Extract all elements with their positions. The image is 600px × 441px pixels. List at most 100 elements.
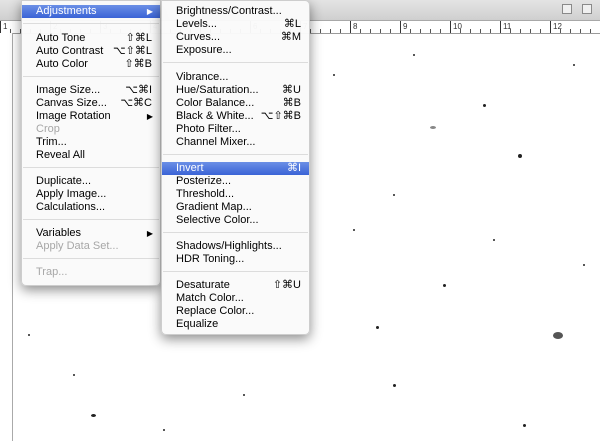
menu-item-label: Image Size... — [36, 84, 101, 96]
menu-item-label: Desaturate — [176, 279, 230, 291]
canvas-speck — [28, 334, 30, 336]
menu-item-label: Levels... — [176, 18, 217, 30]
menu-item-label: Adjustments — [36, 5, 97, 17]
canvas-speck — [393, 194, 395, 196]
menu-item-shortcut: ⌥⇧⌘L — [112, 45, 152, 57]
menu-item-adjustments[interactable]: Adjustments ▶ — [22, 5, 160, 18]
menu-item-crop: Crop — [22, 123, 160, 136]
menu-item-shortcut: ⌥⌘C — [120, 97, 152, 109]
menu-item-label: Replace Color... — [176, 305, 255, 317]
submenu-item-exposure[interactable]: Exposure... — [162, 44, 309, 57]
menu-item-label: Photo Filter... — [176, 123, 241, 135]
menu-item-shortcut: ⌘M — [280, 31, 301, 43]
triangle-right-icon: ▶ — [146, 229, 153, 238]
menu-item-label: Color Balance... — [176, 97, 255, 109]
submenu-item-gradient-map[interactable]: Gradient Map... — [162, 201, 309, 214]
submenu-item-selective-color[interactable]: Selective Color... — [162, 214, 309, 227]
menu-item-label: Hue/Saturation... — [176, 84, 259, 96]
window-button[interactable] — [562, 4, 572, 14]
menu-item-label: Posterize... — [176, 175, 232, 187]
triangle-right-icon: ▶ — [146, 112, 153, 121]
submenu-item-match-color[interactable]: Match Color... — [162, 292, 309, 305]
submenu-item-threshold[interactable]: Threshold... — [162, 188, 309, 201]
menu-item-label: Reveal All — [36, 149, 85, 161]
menu-item-label: Shadows/Highlights... — [176, 240, 282, 252]
menu-item-label: Auto Tone — [36, 32, 86, 44]
menu-item-reveal-all[interactable]: Reveal All — [22, 149, 160, 162]
canvas-speck — [163, 429, 165, 431]
submenu-item-curves[interactable]: Curves... ⌘M — [162, 31, 309, 44]
canvas-speck — [393, 384, 396, 387]
menu-item-image-size[interactable]: Image Size... ⌥⌘I — [22, 84, 160, 97]
menu-separator — [163, 62, 308, 63]
canvas-speck — [430, 126, 436, 129]
canvas-speck — [413, 54, 415, 56]
menu-item-shortcut: ⌘B — [282, 97, 301, 109]
menu-item-trim[interactable]: Trim... — [22, 136, 160, 149]
menu-item-auto-tone[interactable]: Auto Tone ⇧⌘L — [22, 32, 160, 45]
menu-item-label: HDR Toning... — [176, 253, 245, 265]
menu-item-label: Invert — [176, 162, 204, 174]
menu-item-label: Apply Image... — [36, 188, 107, 200]
menu-item-shortcut: ⇧⌘L — [125, 32, 152, 44]
canvas-speck — [523, 424, 526, 427]
ruler-label: 1 — [3, 22, 8, 31]
menu-item-duplicate[interactable]: Duplicate... — [22, 175, 160, 188]
menu-item-auto-contrast[interactable]: Auto Contrast ⌥⇧⌘L — [22, 45, 160, 58]
canvas-speck — [583, 264, 585, 266]
menu-separator — [163, 271, 308, 272]
submenu-item-levels[interactable]: Levels... ⌘L — [162, 18, 309, 31]
menu-item-label: Calculations... — [36, 201, 106, 213]
canvas-speck — [553, 332, 563, 339]
menu-item-label: Auto Contrast — [36, 45, 104, 57]
menu-separator — [23, 167, 159, 168]
submenu-item-hue-saturation[interactable]: Hue/Saturation... ⌘U — [162, 84, 309, 97]
submenu-item-hdr-toning[interactable]: HDR Toning... — [162, 253, 309, 266]
menu-item-canvas-size[interactable]: Canvas Size... ⌥⌘C — [22, 97, 160, 110]
submenu-item-equalize[interactable]: Equalize — [162, 318, 309, 331]
menu-item-shortcut: ⌥⇧⌘B — [260, 110, 301, 122]
submenu-item-desaturate[interactable]: Desaturate ⇧⌘U — [162, 279, 309, 292]
submenu-item-posterize[interactable]: Posterize... — [162, 175, 309, 188]
menu-item-shortcut: ⇧⌘B — [124, 58, 152, 70]
submenu-item-black-white[interactable]: Black & White... ⌥⇧⌘B — [162, 110, 309, 123]
menu-item-label: Curves... — [176, 31, 221, 43]
submenu-item-brightness-contrast[interactable]: Brightness/Contrast... — [162, 5, 309, 18]
menu-separator — [163, 232, 308, 233]
adjustments-submenu: Brightness/Contrast... Levels... ⌘L Curv… — [161, 0, 310, 335]
menu-item-variables[interactable]: Variables ▶ — [22, 227, 160, 240]
submenu-item-photo-filter[interactable]: Photo Filter... — [162, 123, 309, 136]
menu-item-shortcut: ⌥⌘I — [125, 84, 152, 96]
menu-item-trap: Trap... — [22, 266, 160, 279]
submenu-item-invert[interactable]: Invert ⌘I — [162, 162, 309, 175]
triangle-right-icon: ▶ — [146, 7, 153, 16]
menu-item-label: Equalize — [176, 318, 219, 330]
menu-item-auto-color[interactable]: Auto Color ⇧⌘B — [22, 58, 160, 71]
menu-item-label: Apply Data Set... — [36, 240, 119, 252]
menu-item-shortcut: ⌘I — [286, 162, 301, 174]
canvas-speck — [73, 374, 75, 376]
menu-separator — [163, 154, 308, 155]
submenu-item-color-balance[interactable]: Color Balance... ⌘B — [162, 97, 309, 110]
canvas-speck — [376, 326, 379, 329]
submenu-item-channel-mixer[interactable]: Channel Mixer... — [162, 136, 309, 149]
submenu-item-vibrance[interactable]: Vibrance... — [162, 71, 309, 84]
ruler-label: 10 — [453, 22, 462, 31]
image-menu: Adjustments ▶ Auto Tone ⇧⌘L Auto Contras… — [21, 0, 161, 286]
menu-item-label: Threshold... — [176, 188, 235, 200]
menu-item-shortcut: ⌘U — [282, 84, 301, 96]
canvas-speck — [573, 64, 575, 66]
window-button[interactable] — [582, 4, 592, 14]
menu-item-label: Exposure... — [176, 44, 232, 56]
submenu-item-replace-color[interactable]: Replace Color... — [162, 305, 309, 318]
vertical-ruler — [0, 33, 13, 441]
canvas-speck — [243, 394, 245, 396]
menu-separator — [23, 258, 159, 259]
menu-item-calculations[interactable]: Calculations... — [22, 201, 160, 214]
menu-item-apply-image[interactable]: Apply Image... — [22, 188, 160, 201]
submenu-item-shadows-highlights[interactable]: Shadows/Highlights... — [162, 240, 309, 253]
menu-item-label: Brightness/Contrast... — [176, 5, 282, 17]
menu-separator — [23, 23, 159, 24]
ruler-label: 11 — [503, 22, 512, 31]
menu-item-image-rotation[interactable]: Image Rotation ▶ — [22, 110, 160, 123]
